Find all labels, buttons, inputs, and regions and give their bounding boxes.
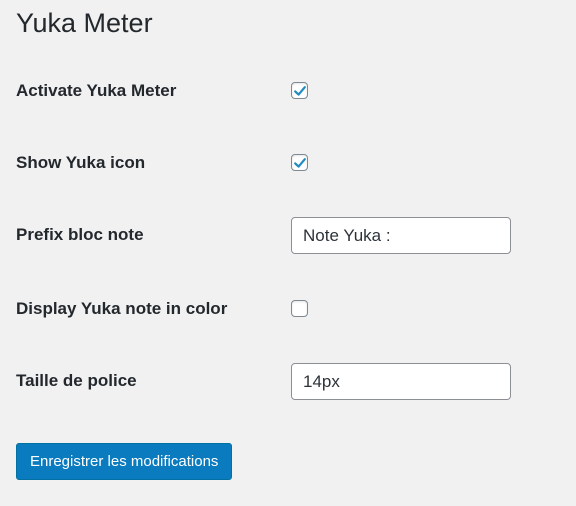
display-yuka-note-color-checkbox[interactable]: [291, 300, 308, 317]
checkmark-icon: [294, 86, 306, 96]
setting-row-color: Display Yuka note in color: [16, 289, 556, 329]
prefix-bloc-note-input[interactable]: [291, 217, 511, 254]
taille-de-police-label: Taille de police: [16, 371, 137, 390]
page-title: Yuka Meter: [16, 8, 153, 38]
save-changes-button[interactable]: Enregistrer les modifications: [16, 443, 233, 480]
activate-yuka-meter-label: Activate Yuka Meter: [16, 81, 177, 100]
setting-row-font-size: Taille de police: [16, 361, 556, 401]
show-yuka-icon-label: Show Yuka icon: [16, 153, 146, 172]
setting-row-show-icon: Show Yuka icon: [16, 143, 556, 183]
checkmark-icon: [294, 158, 306, 168]
display-yuka-note-color-label: Display Yuka note in color: [16, 299, 228, 318]
setting-row-activate: Activate Yuka Meter: [16, 71, 556, 111]
taille-de-police-input[interactable]: [291, 363, 511, 400]
activate-yuka-meter-checkbox[interactable]: [291, 82, 308, 99]
show-yuka-icon-checkbox[interactable]: [291, 154, 308, 171]
prefix-bloc-note-label: Prefix bloc note: [16, 225, 144, 244]
setting-row-prefix: Prefix bloc note: [16, 215, 556, 255]
